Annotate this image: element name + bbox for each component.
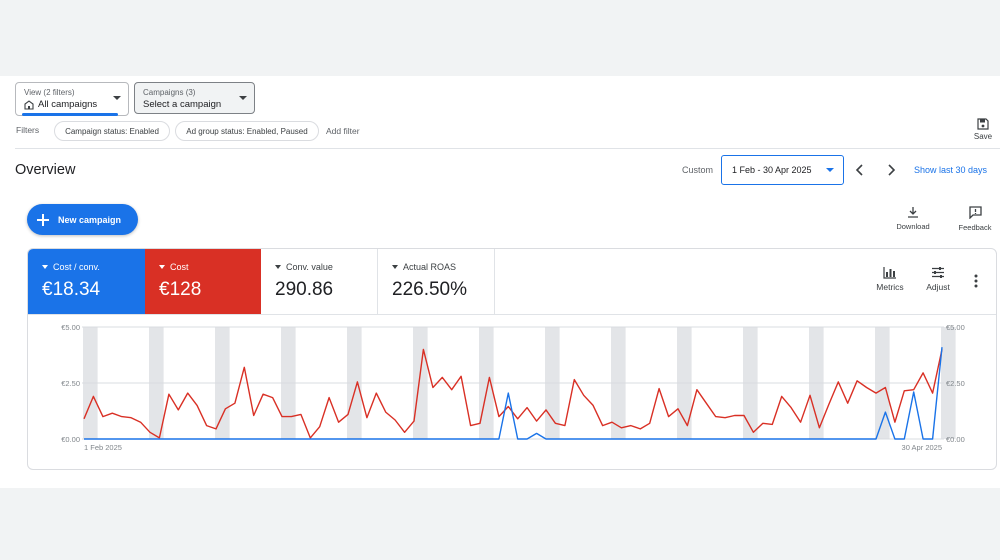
metric-value: 226.50%	[392, 279, 468, 300]
metric-value: 290.86	[275, 279, 334, 300]
adjust-button[interactable]: Adjust	[920, 266, 956, 292]
metrics-button[interactable]: Metrics	[871, 266, 909, 292]
y-right-tick-label: €0.00	[946, 435, 965, 444]
performance-chart-card: Cost / conv. €18.34 Cost €128 Conv. valu…	[27, 248, 997, 470]
metric-value: €18.34	[42, 279, 101, 300]
feedback-button[interactable]: Feedback	[953, 206, 997, 232]
new-campaign-button[interactable]: New campaign	[27, 204, 138, 235]
view-dropdown-underline	[22, 113, 118, 116]
x-tick-label-end: 30 Apr 2025	[902, 443, 942, 452]
chevron-down-icon	[239, 96, 247, 100]
caret-down-icon	[159, 265, 165, 269]
campaign-dropdown[interactable]: Campaigns (3) Select a campaign	[134, 82, 255, 114]
metric-conv-value[interactable]: Conv. value 290.86	[261, 249, 378, 314]
filter-chip-campaign-status[interactable]: Campaign status: Enabled	[54, 121, 170, 141]
download-label: Download	[896, 222, 930, 231]
date-range-custom-label: Custom	[682, 165, 714, 175]
metric-label: Cost	[170, 262, 189, 272]
view-dropdown-caption: View (2 filters)	[24, 88, 75, 97]
feedback-icon	[968, 206, 982, 219]
campaign-dropdown-caption: Campaigns (3)	[143, 88, 196, 97]
metric-cost[interactable]: Cost €128	[145, 249, 262, 314]
x-tick-label-start: 1 Feb 2025	[84, 443, 122, 452]
page-title: Overview	[15, 162, 76, 178]
y-left-tick-label: €2.50	[61, 379, 80, 388]
view-dropdown-value: All campaigns	[38, 99, 98, 110]
chevron-left-icon[interactable]	[852, 162, 868, 178]
new-campaign-label: New campaign	[58, 214, 122, 225]
view-dropdown[interactable]: View (2 filters) All campaigns	[15, 82, 129, 116]
metric-cost-per-conv[interactable]: Cost / conv. €18.34	[28, 249, 145, 314]
main-panel: View (2 filters) All campaigns Campaigns…	[0, 76, 1000, 488]
metric-label: Conv. value	[286, 262, 333, 272]
filters-label: Filters	[16, 125, 40, 135]
date-range-value: 1 Feb - 30 Apr 2025	[732, 165, 812, 175]
bottom-background	[0, 488, 1000, 560]
caret-down-icon	[275, 265, 281, 269]
filter-chip-ad-group-status[interactable]: Ad group status: Enabled, Paused	[175, 121, 319, 141]
y-right-tick-label: €2.50	[946, 379, 965, 388]
y-right-tick-label: €5.00	[946, 323, 965, 332]
metrics-label: Metrics	[876, 282, 904, 292]
feedback-label: Feedback	[958, 223, 992, 232]
save-icon	[977, 118, 989, 130]
plus-icon	[37, 213, 49, 226]
metric-label-wrap: Cost	[159, 262, 189, 272]
chevron-down-icon	[113, 96, 121, 100]
save-button[interactable]: Save	[968, 118, 998, 141]
chevron-right-icon[interactable]	[883, 162, 899, 178]
adjust-label: Adjust	[926, 282, 950, 292]
tune-icon	[932, 267, 944, 278]
y-left-tick-label: €0.00	[61, 435, 80, 444]
show-last-30-days-link[interactable]: Show last 30 days	[914, 165, 987, 175]
download-button[interactable]: Download	[890, 206, 936, 231]
date-range-picker[interactable]: 1 Feb - 30 Apr 2025	[721, 155, 844, 185]
metric-label-wrap: Actual ROAS	[392, 262, 456, 272]
add-filter-button[interactable]: Add filter	[326, 126, 360, 136]
campaign-dropdown-value: Select a campaign	[143, 99, 222, 110]
metric-label-wrap: Cost / conv.	[42, 262, 100, 272]
caret-down-icon	[42, 265, 48, 269]
toolbar-divider	[15, 148, 1000, 149]
metric-label: Cost / conv.	[53, 262, 100, 272]
view-dropdown-value-wrap: All campaigns	[24, 99, 97, 110]
bar-chart-icon	[883, 267, 896, 279]
y-left-tick-label: €5.00	[61, 323, 80, 332]
caret-down-icon	[392, 265, 398, 269]
top-background	[0, 0, 1000, 76]
chevron-down-icon	[826, 168, 834, 172]
building-icon	[24, 99, 34, 110]
more-vert-icon[interactable]	[969, 273, 983, 289]
metric-value: €128	[159, 279, 202, 300]
metric-label-wrap: Conv. value	[275, 262, 333, 272]
performance-line-chart: €5.00 €5.00 €2.50 €2.50 €0.00 €0.00 1 Feb 2025…	[61, 323, 965, 452]
download-icon	[908, 207, 918, 218]
metric-label: Actual ROAS	[403, 262, 457, 272]
metric-actual-roas[interactable]: Actual ROAS 226.50%	[378, 249, 495, 314]
save-label: Save	[973, 132, 993, 141]
